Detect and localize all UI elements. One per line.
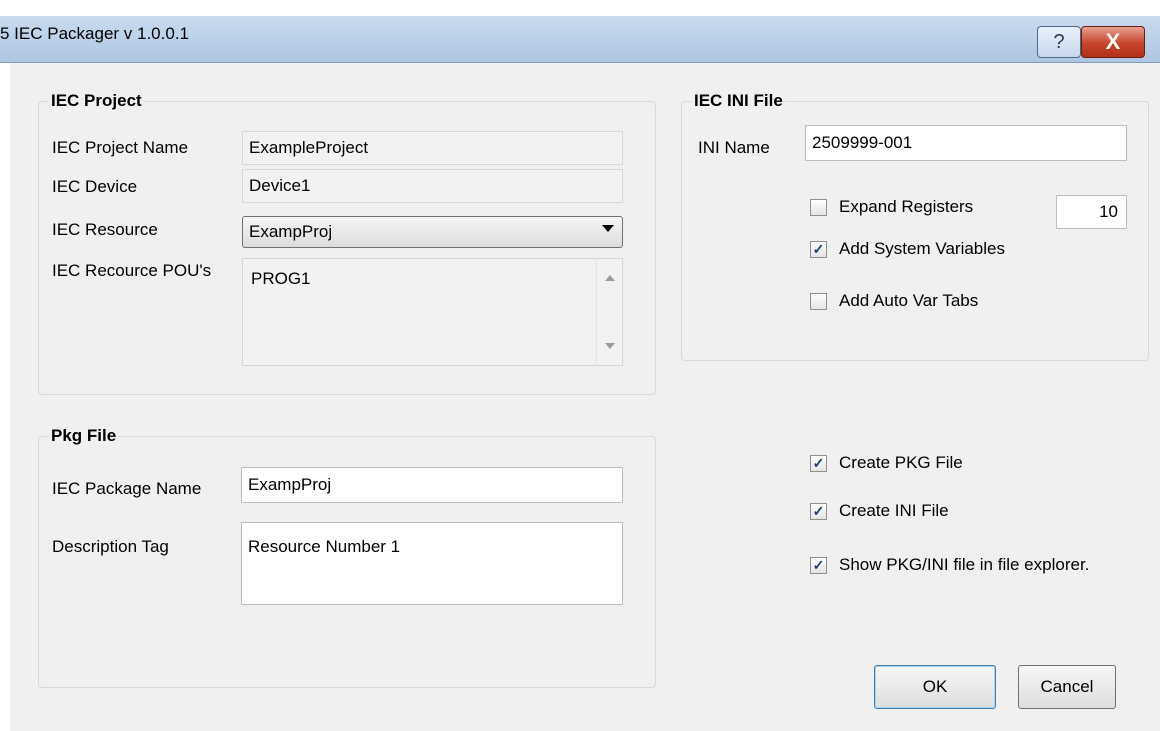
device-label: IEC Device	[52, 177, 138, 196]
project-name-value: ExampleProject	[249, 138, 369, 157]
expand-registers-count-input[interactable]: 10	[1056, 195, 1127, 229]
add-auto-var-tabs-checkbox[interactable]: ✓	[810, 293, 827, 310]
resource-selected-value: ExampProj	[249, 222, 333, 241]
pous-label: IEC Recource POU's	[52, 261, 212, 280]
expand-registers-label: Expand Registers	[839, 197, 974, 216]
ok-button[interactable]: OK	[874, 665, 996, 709]
dropdown-arrow-icon	[602, 225, 614, 232]
show-in-explorer-check-icon: ✓	[812, 557, 825, 573]
close-button[interactable]: X	[1081, 26, 1145, 58]
project-name-label: IEC Project Name	[52, 138, 189, 157]
ini-name-label: INI Name	[698, 138, 770, 157]
scroll-down-arrow-icon[interactable]	[605, 343, 615, 349]
add-system-variables-check-icon: ✓	[812, 241, 825, 257]
iec-packager-window: 5 IEC Packager v 1.0.0.1 ? X IEC Project…	[0, 0, 1160, 731]
iec-project-title: IEC Project	[49, 91, 144, 111]
iec-ini-file-title: IEC INI File	[692, 91, 785, 111]
pkg-file-title: Pkg File	[49, 426, 119, 446]
add-system-variables-checkbox[interactable]: ✓	[810, 241, 827, 258]
expand-registers-count-value: 10	[1099, 202, 1118, 221]
expand-registers-checkbox[interactable]: ✓	[810, 199, 827, 216]
scroll-up-arrow-icon[interactable]	[605, 275, 615, 281]
dialog-body: IEC Project IEC Project Name ExampleProj…	[10, 63, 1160, 731]
create-pkg-label: Create PKG File	[839, 453, 963, 472]
window-title: 5 IEC Packager v 1.0.0.1	[0, 24, 189, 43]
create-ini-checkbox[interactable]: ✓	[810, 503, 827, 520]
ini-name-value: 2509999-001	[812, 133, 913, 152]
package-name-value: ExampProj	[248, 475, 332, 494]
list-item[interactable]: PROG1	[251, 269, 311, 289]
description-tag-value: Resource Number 1	[248, 537, 401, 556]
pous-listbox[interactable]: PROG1	[242, 258, 623, 366]
title-bar[interactable]: 5 IEC Packager v 1.0.0.1 ? X	[0, 16, 1160, 63]
project-name-field[interactable]: ExampleProject	[242, 131, 623, 165]
resource-label: IEC Resource	[52, 220, 158, 239]
device-field[interactable]: Device1	[242, 169, 623, 203]
package-name-label: IEC Package Name	[52, 479, 202, 498]
create-ini-check-icon: ✓	[812, 503, 825, 519]
create-ini-label: Create INI File	[839, 501, 949, 520]
help-button[interactable]: ?	[1037, 26, 1081, 58]
create-pkg-check-icon: ✓	[812, 455, 825, 471]
resource-dropdown[interactable]: ExampProj	[242, 216, 623, 248]
ini-name-input[interactable]: 2509999-001	[805, 125, 1127, 161]
description-tag-textarea[interactable]: Resource Number 1	[241, 522, 623, 605]
show-in-explorer-checkbox[interactable]: ✓	[810, 557, 827, 574]
add-system-variables-label: Add System Variables	[839, 239, 1005, 258]
background-strip	[0, 0, 1160, 16]
add-auto-var-tabs-label: Add Auto Var Tabs	[839, 291, 979, 310]
description-tag-label: Description Tag	[52, 537, 169, 556]
listbox-scrollbar[interactable]	[596, 259, 622, 365]
cancel-button[interactable]: Cancel	[1018, 665, 1116, 709]
create-pkg-checkbox[interactable]: ✓	[810, 455, 827, 472]
device-value: Device1	[249, 176, 311, 195]
left-edge	[0, 63, 10, 731]
show-in-explorer-label: Show PKG/INI file in file explorer.	[839, 555, 1090, 574]
package-name-input[interactable]: ExampProj	[241, 467, 623, 503]
